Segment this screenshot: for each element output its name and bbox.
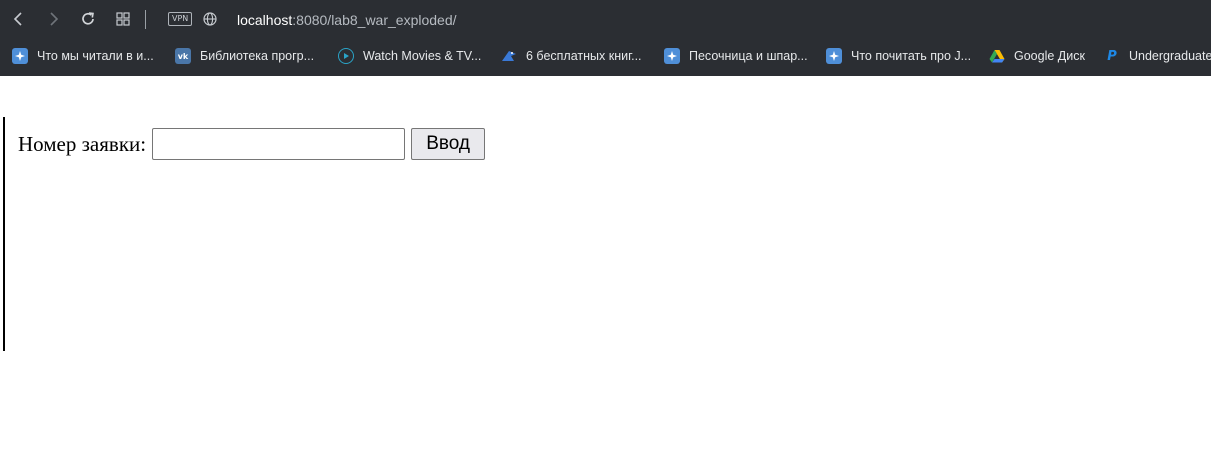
request-number-label: Номер заявки: [18,131,147,156]
puzzle-icon [12,48,28,64]
toolbar-separator [145,10,146,29]
bookmark-label: Google Диск [1014,49,1085,63]
back-icon[interactable] [8,8,30,30]
request-form: Номер заявки: Ввод [18,128,486,160]
bookmarks-bar: Что мы читали в и... vk Библиотека прогр… [0,43,1211,69]
vpn-icon[interactable]: VPN [168,12,193,26]
bookmark-label: Что мы читали в и... [37,49,154,63]
bookmark-item[interactable]: Google Диск [989,43,1085,69]
bookmark-item[interactable]: 6 бесплатных книг... [501,43,642,69]
browser-chrome: VPN localhost:8080/lab8_war_exploded/ Чт… [0,0,1211,76]
submit-button[interactable]: Ввод [411,128,486,160]
puzzle-icon [826,48,842,64]
bookmark-label: 6 бесплатных книг... [526,49,642,63]
bookmark-item[interactable]: P Undergraduate [1104,43,1211,69]
bookmark-item[interactable]: Песочница и шпар... [664,43,808,69]
bookmark-item[interactable]: Что мы читали в и... [12,43,154,69]
bookmark-label: Что почитать про J... [851,49,972,63]
address-bar[interactable]: localhost:8080/lab8_war_exploded/ [237,10,457,30]
left-border-line [3,117,5,351]
bookmark-label: Watch Movies & TV... [363,49,482,63]
play-circle-icon [338,48,354,64]
reload-icon[interactable] [77,8,99,30]
bookmark-item[interactable]: Watch Movies & TV... [338,43,481,69]
vk-icon: vk [175,48,191,64]
page-content: Номер заявки: Ввод [0,76,1211,460]
url-path: :8080/lab8_war_exploded/ [292,12,457,28]
puzzle-icon [664,48,680,64]
forward-icon[interactable] [42,8,64,30]
tabs-grid-icon[interactable] [112,8,134,30]
bookmark-item[interactable]: vk Библиотека прогр... [175,43,314,69]
request-number-input[interactable] [152,128,406,160]
bookmark-label: Песочница и шпар... [689,49,808,63]
bird-icon [501,48,517,64]
paypal-icon: P [1107,48,1117,64]
browser-toolbar: VPN localhost:8080/lab8_war_exploded/ [0,0,1211,38]
globe-icon[interactable] [199,8,221,30]
bookmark-label: Undergraduate [1129,49,1211,63]
url-host: localhost [237,12,293,28]
bookmark-item[interactable]: Что почитать про J... [826,43,971,69]
bookmark-label: Библиотека прогр... [200,49,315,63]
google-drive-icon [989,48,1005,64]
